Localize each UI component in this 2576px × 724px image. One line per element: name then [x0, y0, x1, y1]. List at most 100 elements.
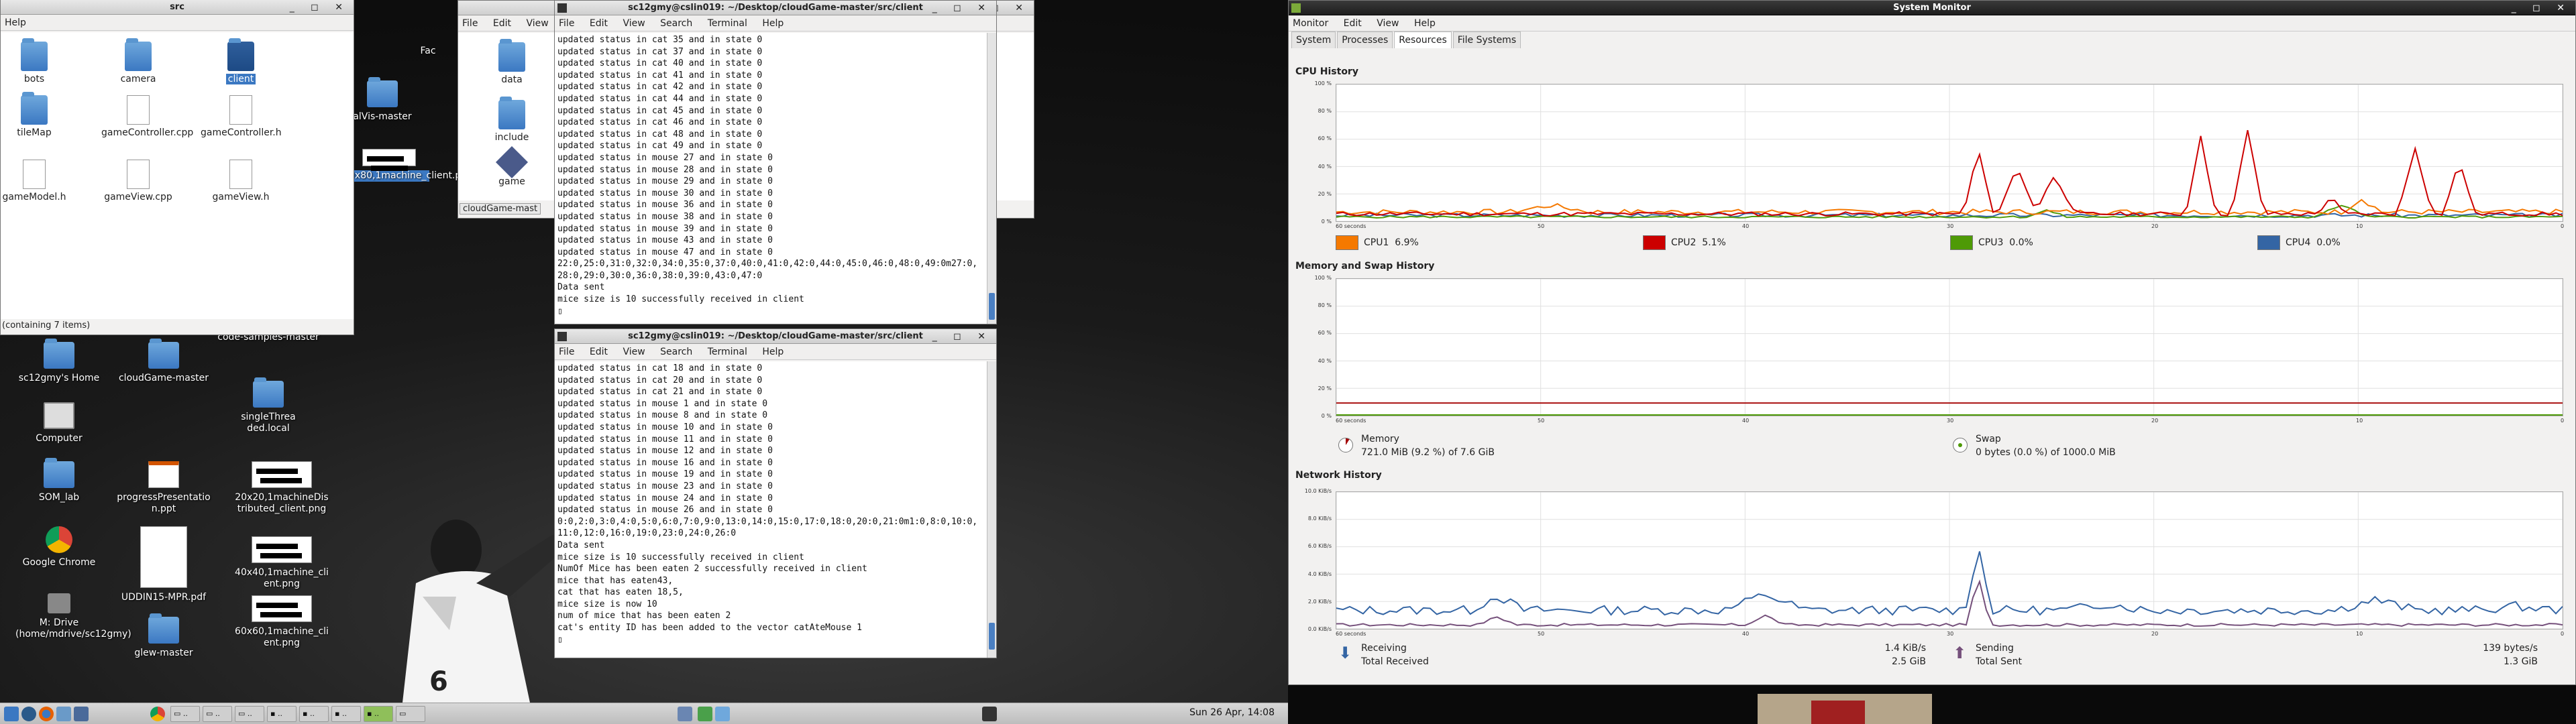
settings-icon[interactable] — [56, 707, 71, 721]
menu-terminal[interactable]: Terminal — [708, 347, 747, 357]
tab-processes[interactable]: Processes — [1337, 32, 1393, 48]
menu-help[interactable]: Help — [1414, 18, 1436, 29]
legend-cpu3[interactable]: CPU3 0.0% — [1950, 235, 2033, 250]
legend-swap[interactable]: Swap 0 bytes (0.0 %) of 1000.0 MiB — [1950, 434, 2116, 458]
help-icon[interactable] — [74, 707, 89, 721]
terminal-1-line: updated status in cat 44 and in state 0 — [557, 93, 763, 104]
menu-search[interactable]: Search — [660, 347, 692, 357]
terminal-window-1: sc12gmy@cslin019: ~/Desktop/cloudGame-ma… — [554, 0, 997, 324]
fm2-item-include[interactable]: include — [458, 97, 566, 143]
fm-item-gameview-h[interactable]: gameView.h — [201, 160, 281, 202]
taskbar-item-terminal-3[interactable]: ▪ .. — [331, 706, 361, 722]
folder-taskbar-icon[interactable] — [715, 707, 730, 721]
cpu-y-tick: 100 % — [1314, 80, 1332, 86]
tab-file-systems[interactable]: File Systems — [1452, 32, 1521, 48]
cpu2-color-swatch[interactable] — [1643, 235, 1666, 250]
cpu-x-tick: 0 — [2561, 223, 2565, 229]
debian-icon[interactable] — [21, 707, 36, 721]
menu-edit[interactable]: Edit — [590, 347, 608, 357]
desktop-icon-mdrive[interactable]: M: Drive (home/mdrive/sc12gmy) — [5, 593, 131, 640]
legend-memory[interactable]: Memory 721.0 MiB (9.2 %) of 7.6 GiB — [1336, 434, 1495, 458]
menu-view[interactable]: View — [623, 347, 645, 357]
cpu1-color-swatch[interactable] — [1336, 235, 1358, 250]
terminal-2-output[interactable]: updated status in cat 18 and in state 0 u… — [555, 361, 987, 658]
tab-system[interactable]: System — [1291, 32, 1336, 48]
taskbar-item-game[interactable]: ▪ .. — [364, 706, 393, 722]
window-controls[interactable]: _ ◻ ✕ — [290, 0, 350, 15]
desktop-icon-presentation[interactable]: progressPresentation.ppt — [110, 461, 217, 515]
taskbar-item-files-1[interactable]: ▭ .. — [170, 706, 200, 722]
window-controls[interactable]: _ ◻ ✕ — [932, 1, 992, 15]
terminal-1-output[interactable]: updated status in cat 35 and in state 0u… — [555, 33, 987, 324]
cpu3-color-swatch[interactable] — [1950, 235, 1973, 250]
cpu4-color-swatch[interactable] — [2257, 235, 2280, 250]
taskbar-item-files-3[interactable]: ▭ .. — [235, 706, 264, 722]
workspace-icon[interactable] — [982, 707, 997, 721]
fm-item-tilemap[interactable]: tileMap — [1, 92, 74, 138]
desktop-icon-pdf[interactable]: UDDIN15-MPR.pdf — [110, 526, 217, 603]
fm-item-client[interactable]: client — [201, 38, 281, 84]
taskbar-item-terminal-2[interactable]: ▪ .. — [299, 706, 329, 722]
fm-item-camera[interactable]: camera — [98, 38, 178, 84]
fm2-item-data[interactable]: data — [458, 39, 566, 85]
menu-terminal[interactable]: Terminal — [708, 18, 747, 29]
scrollbar-thumb[interactable] — [989, 293, 995, 320]
menu-help[interactable]: Help — [5, 17, 26, 28]
window-controls[interactable]: _ ◻ ✕ — [2512, 1, 2571, 15]
menu-view[interactable]: View — [623, 18, 645, 29]
legend-sending[interactable]: ⬆ Sending 139 bytes/s Total Sent 1.3 GiB — [1950, 643, 2538, 667]
menu-search[interactable]: Search — [660, 18, 692, 29]
chrome-taskbar-icon[interactable] — [150, 707, 165, 721]
menu-help[interactable]: Help — [762, 18, 784, 29]
legend-cpu2[interactable]: CPU2 5.1% — [1643, 235, 1726, 250]
source-file-icon — [127, 160, 150, 189]
file-manager-2-pathbar[interactable]: cloudGame-mast — [460, 203, 541, 215]
fm-item-gamecontroller-cpp[interactable]: gameController.cpp — [98, 95, 193, 138]
taskbar-item-files-2[interactable]: ▭ .. — [203, 706, 232, 722]
desktop-icon-home[interactable]: sc12gmy's Home — [5, 339, 113, 384]
fm2-item-game[interactable]: game — [458, 145, 566, 187]
menu-file[interactable]: File — [462, 18, 478, 29]
menu-edit[interactable]: Edit — [493, 18, 511, 29]
desktop-icon-cloudgame[interactable]: cloudGame-master — [110, 339, 217, 384]
terminal-1-scrollbar[interactable] — [987, 33, 996, 324]
fm-item-gameview-cpp[interactable]: gameView.cpp — [98, 160, 178, 202]
menu-view[interactable]: View — [526, 18, 548, 29]
fm-item-gamemodel-h[interactable]: gameModel.h — [1, 160, 74, 202]
desktop-icon-20x20-png[interactable]: 20x20,1machineDistributed_client.png — [228, 461, 335, 515]
legend-cpu1[interactable]: CPU1 6.9% — [1336, 235, 1419, 250]
tool-icon[interactable] — [698, 707, 712, 721]
desktop-icon-glew[interactable]: glew-master — [110, 613, 217, 659]
desktop-icon-80x80-png[interactable]: 0x80,1machine_client.png — [349, 149, 473, 182]
desktop-icon-computer[interactable]: Computer — [5, 402, 113, 444]
desktop-icon-60x60-png[interactable]: 60x60,1machine_client.png — [228, 595, 335, 649]
tab-resources[interactable]: Resources — [1394, 32, 1452, 48]
taskbar-item-terminal-1[interactable]: ▪ .. — [267, 706, 297, 722]
taskbar-clock[interactable]: Sun 26 Apr, 14:08 — [1189, 707, 1275, 718]
desktop-icon-fac[interactable]: Fac — [415, 46, 441, 57]
firefox-icon[interactable] — [39, 707, 54, 721]
legend-cpu4[interactable]: CPU4 0.0% — [2257, 235, 2341, 250]
memory-pie-icon[interactable] — [1338, 438, 1353, 452]
menu-view[interactable]: View — [1377, 18, 1399, 29]
fm-item-bots[interactable]: bots — [1, 38, 74, 84]
desktop-icon-chrome[interactable]: Google Chrome — [5, 526, 113, 568]
menu-file[interactable]: File — [559, 347, 574, 357]
desktop-icon-singlethreaded[interactable]: singleThreaded.local — [215, 377, 322, 434]
terminal-2-scrollbar[interactable] — [987, 361, 996, 658]
scrollbar-thumb[interactable] — [989, 623, 995, 650]
monitor-app-icon[interactable] — [678, 707, 692, 721]
applications-menu-icon[interactable] — [4, 707, 19, 721]
menu-edit[interactable]: Edit — [590, 18, 608, 29]
menu-help[interactable]: Help — [762, 347, 784, 357]
menu-monitor[interactable]: Monitor — [1293, 18, 1328, 29]
taskbar-item-monitor[interactable]: ▭ — [396, 706, 425, 722]
desktop-icon-40x40-png[interactable]: 40x40,1machine_client.png — [228, 536, 335, 590]
fm-item-gamecontroller-h[interactable]: gameController.h — [201, 95, 282, 138]
menu-file[interactable]: File — [559, 18, 574, 29]
swap-pie-icon[interactable] — [1953, 438, 1968, 452]
window-controls[interactable]: _ ◻ ✕ — [932, 329, 992, 344]
menu-edit[interactable]: Edit — [1344, 18, 1362, 29]
legend-receiving[interactable]: ⬇ Receiving 1.4 KiB/s Total Received 2.5 G… — [1336, 643, 1926, 667]
desktop-icon-som-lab[interactable]: SOM_lab — [5, 458, 113, 503]
